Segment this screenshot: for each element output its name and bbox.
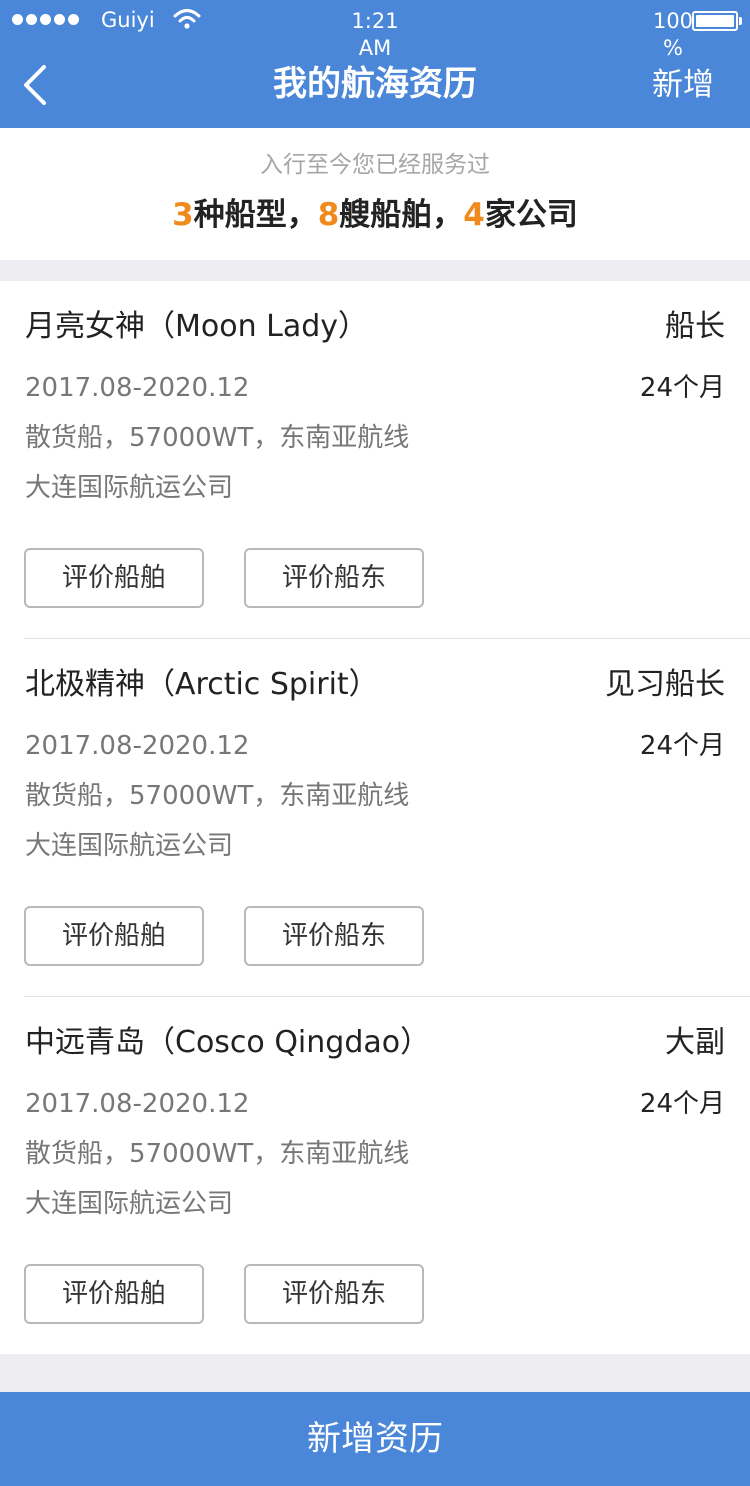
summary-subtitle: 入行至今您已经服务过 — [260, 152, 490, 178]
ship-info: 散货船，57000WT，东南亚航线 — [25, 1139, 410, 1169]
signal-strength-icon — [12, 14, 79, 25]
ship-info: 散货船，57000WT，东南亚航线 — [25, 423, 410, 453]
battery-tip — [739, 17, 742, 25]
ship-types-label: 种船型， — [193, 197, 318, 233]
service-period: 2017.08-2020.12 — [25, 731, 250, 761]
battery-percentage-unit: % — [663, 36, 683, 60]
service-duration: 24个月 — [639, 373, 725, 403]
add-button[interactable]: 新增 — [652, 63, 714, 107]
summary-counts: 3种船型，8艘船舶，4家公司 — [0, 194, 750, 236]
status-time: 1:21 AM — [336, 8, 414, 62]
wifi-icon — [173, 9, 201, 29]
ship-types-count: 3 — [172, 197, 194, 233]
rank: 船长 — [665, 309, 725, 344]
add-experience-button[interactable]: 新增资历 — [0, 1392, 750, 1486]
chevron-left-icon — [24, 65, 46, 105]
experience-record: 月亮女神（Moon Lady） 船长 2017.08-2020.12 24个月 … — [0, 281, 750, 639]
companies-count: 4 — [463, 197, 485, 233]
rank: 大副 — [665, 1025, 725, 1060]
rate-ship-button[interactable]: 评价船舶 — [24, 906, 204, 966]
company-name: 大连国际航运公司 — [25, 831, 234, 861]
ship-name: 月亮女神（Moon Lady） — [25, 309, 369, 344]
status-time-value: 1:21 — [351, 9, 399, 33]
service-duration: 24个月 — [639, 1089, 725, 1119]
rate-shipowner-button[interactable]: 评价船东 — [244, 1264, 424, 1324]
companies-label: 家公司 — [484, 197, 578, 233]
page-title: 我的航海资历 — [273, 64, 477, 104]
rate-shipowner-button[interactable]: 评价船东 — [244, 548, 424, 608]
company-name: 大连国际航运公司 — [25, 473, 234, 503]
company-name: 大连国际航运公司 — [25, 1189, 234, 1219]
ship-name: 北极精神（Arctic Spirit） — [25, 667, 379, 702]
experience-summary: 入行至今您已经服务过 3种船型，8艘船舶，4家公司 — [0, 128, 750, 260]
ship-info: 散货船，57000WT，东南亚航线 — [25, 781, 410, 811]
battery-icon — [692, 11, 738, 31]
battery-fill — [696, 15, 734, 27]
experience-record: 北极精神（Arctic Spirit） 见习船长 2017.08-2020.12… — [0, 639, 750, 997]
service-period: 2017.08-2020.12 — [25, 1089, 250, 1119]
ships-label: 艘船舶， — [339, 197, 464, 233]
carrier-name: Guiyi — [101, 8, 155, 32]
rank: 见习船长 — [605, 667, 725, 702]
rate-shipowner-button[interactable]: 评价船东 — [244, 906, 424, 966]
back-button[interactable] — [20, 60, 60, 110]
status-bar: Guiyi 1:21 AM 100 % — [0, 0, 750, 60]
ship-name: 中远青岛（Cosco Qingdao） — [25, 1025, 431, 1060]
service-period: 2017.08-2020.12 — [25, 373, 250, 403]
header: Guiyi 1:21 AM 100 % 我的航海资历 新增 — [0, 0, 750, 128]
experience-list: 月亮女神（Moon Lady） 船长 2017.08-2020.12 24个月 … — [0, 281, 750, 1354]
status-time-ampm: AM — [358, 36, 392, 60]
service-duration: 24个月 — [639, 731, 725, 761]
rate-ship-button[interactable]: 评价船舶 — [24, 548, 204, 608]
experience-record: 中远青岛（Cosco Qingdao） 大副 2017.08-2020.12 2… — [0, 997, 750, 1355]
ships-count: 8 — [317, 197, 340, 233]
rate-ship-button[interactable]: 评价船舶 — [24, 1264, 204, 1324]
